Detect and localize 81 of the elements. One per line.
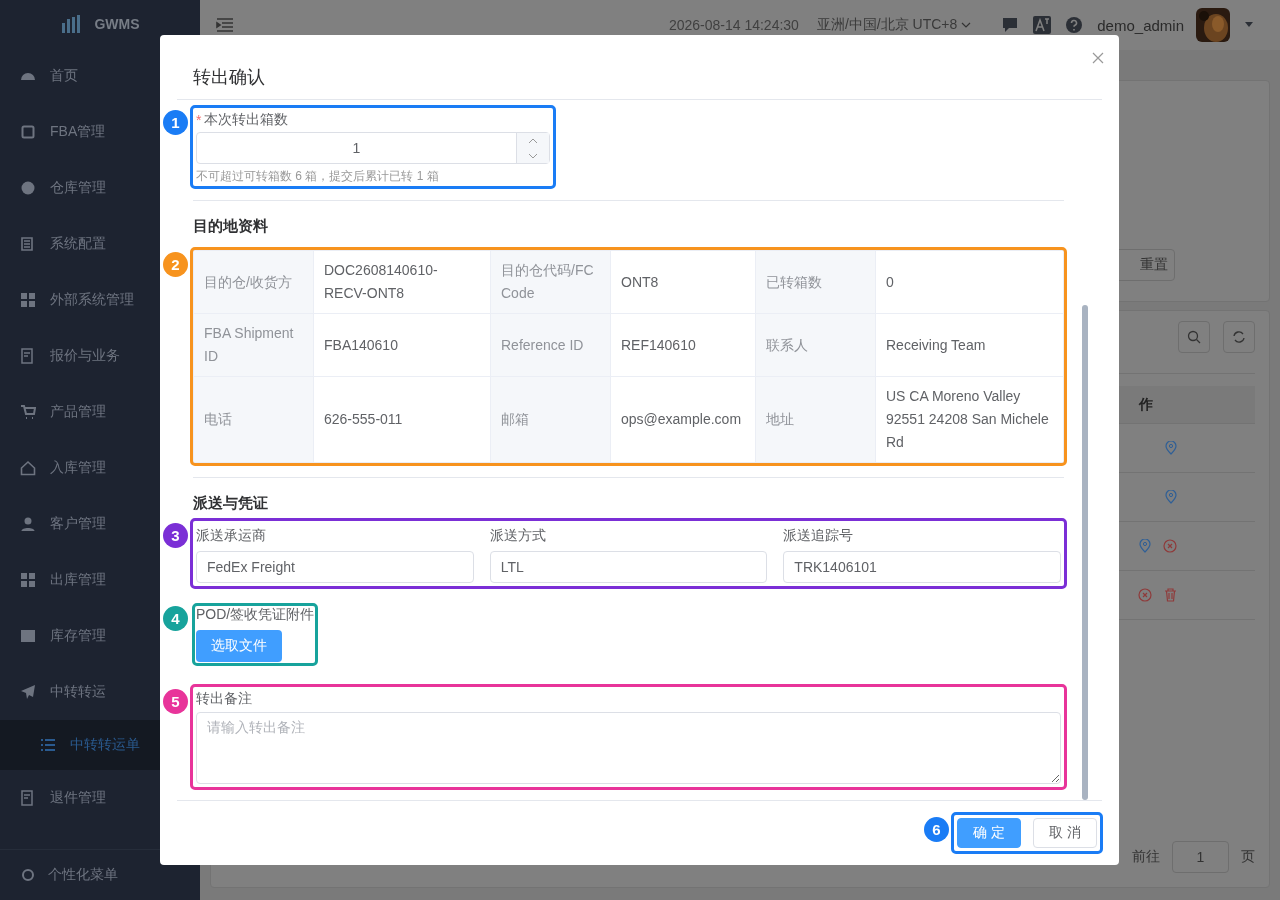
text-field[interactable]: TRK1406101 xyxy=(783,551,1061,583)
info-value: REF140610 xyxy=(610,313,756,377)
page-unit: 页 xyxy=(1241,848,1255,866)
cancel-icon[interactable] xyxy=(1163,539,1177,553)
menu-icon xyxy=(20,684,36,700)
required-mark: * xyxy=(196,112,202,128)
callout-number: 3 xyxy=(163,523,188,548)
info-value: FBA140610 xyxy=(313,313,491,377)
callout-number: 5 xyxy=(163,689,188,714)
text-field[interactable]: FedEx Freight xyxy=(196,551,474,583)
menu-icon xyxy=(20,236,36,252)
menu-icon xyxy=(20,628,36,644)
increment-icon[interactable] xyxy=(528,137,538,144)
info-value: ONT8 xyxy=(610,250,756,314)
trash-icon[interactable] xyxy=(1164,588,1177,602)
section-title: 派送与凭证 xyxy=(193,494,269,513)
menu-fold-icon[interactable] xyxy=(216,17,234,33)
logo-icon xyxy=(60,15,83,33)
dialog-title: 转出确认 xyxy=(193,66,265,89)
info-label: FBA Shipment ID xyxy=(193,313,314,377)
column-header: 作 xyxy=(1139,395,1153,414)
datetime: 2026-08-14 14:24:30 xyxy=(668,17,799,33)
callout-number: 4 xyxy=(163,606,188,631)
location-pin-icon[interactable] xyxy=(1165,490,1177,504)
timezone-select[interactable]: 亚洲/中国/北京 UTC+8 xyxy=(816,16,972,34)
logo-text: GWMS xyxy=(94,16,140,32)
info-label: 目的仓/收货方 xyxy=(193,250,314,314)
info-label: 已转箱数 xyxy=(755,250,876,314)
search-icon xyxy=(1187,330,1201,344)
search-button[interactable] xyxy=(1178,321,1210,353)
decrement-icon[interactable] xyxy=(528,152,538,159)
chevron-icon xyxy=(961,22,972,28)
refresh-button[interactable] xyxy=(1223,321,1255,353)
scrollbar-thumb[interactable] xyxy=(1082,305,1088,800)
cancel-button[interactable]: 取 消 xyxy=(1033,818,1097,848)
info-label: Reference ID xyxy=(490,313,611,377)
chat-icon[interactable] xyxy=(1001,16,1020,34)
info-label: 邮箱 xyxy=(490,376,611,463)
callout-number: 1 xyxy=(163,110,188,135)
close-icon[interactable] xyxy=(1092,52,1104,64)
callout-number: 2 xyxy=(163,252,188,277)
choose-file-button[interactable]: 选取文件 xyxy=(196,630,282,662)
list-icon xyxy=(40,737,56,753)
location-pin-icon[interactable] xyxy=(1139,539,1151,553)
number-input[interactable]: 1 xyxy=(196,132,550,164)
menu-icon xyxy=(20,790,36,806)
info-label: 联系人 xyxy=(755,313,876,377)
confirm-button[interactable]: 确 定 xyxy=(957,818,1021,848)
callout-number: 6 xyxy=(924,817,949,842)
page-input[interactable]: 1 xyxy=(1172,841,1229,873)
cancel-icon[interactable] xyxy=(1138,588,1152,602)
field-label: POD/签收凭证附件 xyxy=(196,606,315,624)
info-value: DOC2608140610-RECV-ONT8 xyxy=(313,250,491,314)
menu-icon xyxy=(20,180,36,196)
field-label: 转出备注 xyxy=(196,690,253,708)
location-pin-icon[interactable] xyxy=(1165,441,1177,455)
field-label: 派送承运商 xyxy=(196,527,267,545)
info-label: 地址 xyxy=(755,376,876,463)
remark-field[interactable]: 请输入转出备注 xyxy=(196,712,1061,784)
text-field[interactable]: LTL xyxy=(489,551,768,583)
menu-icon xyxy=(20,516,36,532)
info-value: 0 xyxy=(875,250,1064,314)
info-label: 电话 xyxy=(193,376,314,463)
section-title: 目的地资料 xyxy=(193,217,269,236)
goto-label: 前往 xyxy=(1132,848,1160,866)
menu-icon xyxy=(20,348,36,364)
menu-icon xyxy=(20,460,36,476)
translate-icon[interactable] xyxy=(1033,16,1052,34)
menu-icon xyxy=(20,292,36,308)
caret-icon[interactable] xyxy=(1244,22,1254,28)
info-label: 目的仓代码/FC Code xyxy=(490,250,611,314)
field-label: 派送追踪号 xyxy=(783,527,855,545)
menu-icon xyxy=(20,572,36,588)
field-label: 本次转出箱数 xyxy=(204,111,289,129)
field-hint: 不可超过可转箱数 6 箱，提交后累计已转 1 箱 xyxy=(196,168,440,185)
menu-icon xyxy=(20,124,36,140)
refresh-icon xyxy=(1232,330,1246,344)
field-label: 派送方式 xyxy=(489,527,547,545)
menu-icon xyxy=(20,404,36,420)
username[interactable]: demo_admin xyxy=(1097,16,1184,34)
help-icon[interactable] xyxy=(1065,16,1084,34)
